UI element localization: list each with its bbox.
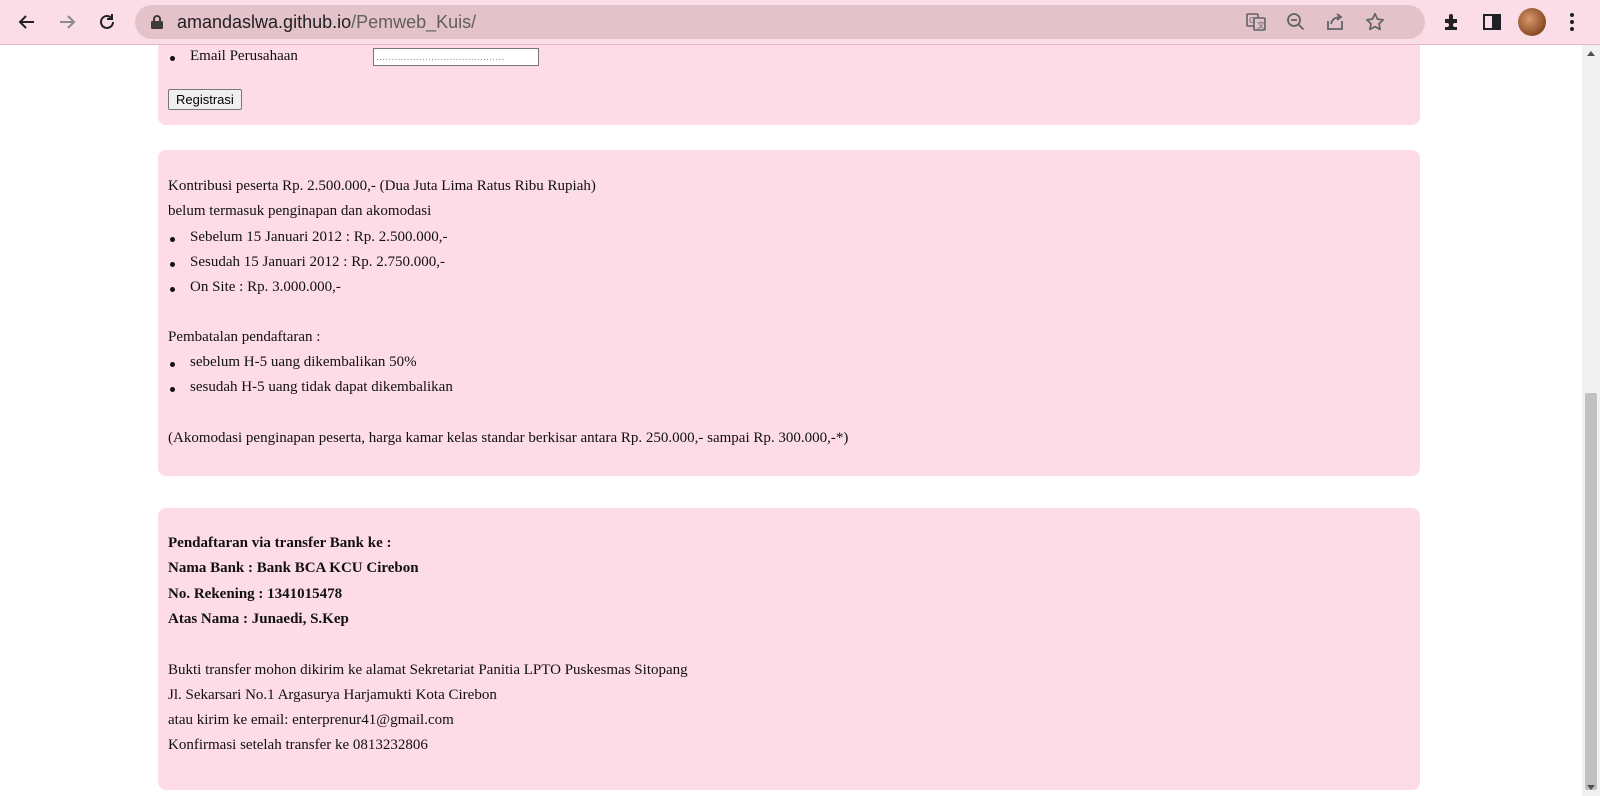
contribution-line1: Kontribusi peserta Rp. 2.500.000,- (Dua … <box>168 178 596 194</box>
share-icon[interactable] <box>1323 10 1347 34</box>
avatar[interactable] <box>1518 8 1546 36</box>
vertical-scrollbar[interactable] <box>1582 45 1600 796</box>
browser-toolbar: amandaslwa.github.io/Pemweb_Kuis/ 文G <box>0 0 1600 45</box>
transfer-info-3: atau kirim ke email: enterprenur41@gmail… <box>168 712 454 728</box>
back-icon[interactable] <box>11 6 43 38</box>
transfer-info-4: Konfirmasi setelah transfer ke 081323280… <box>168 737 428 753</box>
menu-icon[interactable] <box>1556 6 1588 38</box>
contribution-line2: belum termasuk penginapan dan akomodasi <box>168 203 432 219</box>
scroll-down-icon[interactable] <box>1587 785 1595 790</box>
account-number: No. Rekening : 1341015478 <box>168 586 343 602</box>
scroll-up-icon[interactable] <box>1587 51 1595 56</box>
bank-transfer-box: Pendaftaran via transfer Bank ke : Nama … <box>158 508 1420 790</box>
bookmark-star-icon[interactable] <box>1363 10 1387 34</box>
email-company-input[interactable]: ........................................… <box>373 48 539 66</box>
svg-text:G: G <box>1249 16 1255 25</box>
contribution-info-box: Kontribusi peserta Rp. 2.500.000,- (Dua … <box>158 150 1420 476</box>
account-name: Atas Nama : Junaedi, S.Kep <box>168 611 349 627</box>
translate-icon[interactable]: 文G <box>1244 10 1268 34</box>
reload-icon[interactable] <box>91 6 123 38</box>
price-item: Sesudah 15 Januari 2012 : Rp. 2.750.000,… <box>168 254 445 271</box>
scrollbar-thumb[interactable] <box>1585 393 1597 790</box>
email-field-row: Email Perusahaan <box>168 48 298 65</box>
transfer-info-2: Jl. Sekarsari No.1 Argasurya Harjamukti … <box>168 687 497 703</box>
zoom-out-icon[interactable] <box>1284 10 1308 34</box>
lock-icon[interactable] <box>145 10 169 34</box>
price-item-text: Sesudah 15 Januari 2012 : Rp. 2.750.000,… <box>190 254 445 270</box>
bank-title: Pendaftaran via transfer Bank ke : <box>168 535 392 551</box>
url-path: /Pemweb_Kuis/ <box>351 12 477 32</box>
register-button[interactable]: Registrasi <box>168 89 242 110</box>
url-host: amandaslwa.github.io <box>177 12 352 32</box>
accommodation-note: (Akomodasi penginapan peserta, harga kam… <box>168 430 849 446</box>
price-item: On Site : Rp. 3.000.000,- <box>168 279 341 296</box>
cancel-title: Pembatalan pendaftaran : <box>168 329 321 345</box>
page-viewport: Email Perusahaan .......................… <box>0 45 1582 796</box>
forward-icon[interactable] <box>51 6 83 38</box>
url-text[interactable]: amandaslwa.github.io/Pemweb_Kuis/ <box>177 12 476 33</box>
address-bar[interactable]: amandaslwa.github.io/Pemweb_Kuis/ 文G <box>135 5 1425 39</box>
svg-text:文: 文 <box>1257 20 1265 30</box>
price-item-text: Sebelum 15 Januari 2012 : Rp. 2.500.000,… <box>190 229 448 245</box>
registration-form-box: Email Perusahaan .......................… <box>158 45 1420 125</box>
cancel-item: sesudah H-5 uang tidak dapat dikembalika… <box>168 379 453 396</box>
cancel-item: sebelum H-5 uang dikembalikan 50% <box>168 354 417 371</box>
bank-name: Nama Bank : Bank BCA KCU Cirebon <box>168 560 419 576</box>
extensions-icon[interactable] <box>1436 6 1468 38</box>
transfer-info-1: Bukti transfer mohon dikirim ke alamat S… <box>168 662 688 678</box>
cancel-item-text: sebelum H-5 uang dikembalikan 50% <box>190 354 417 370</box>
side-panel-icon[interactable] <box>1476 6 1508 38</box>
cancel-item-text: sesudah H-5 uang tidak dapat dikembalika… <box>190 379 453 395</box>
price-item-text: On Site : Rp. 3.000.000,- <box>190 279 341 295</box>
email-label: Email Perusahaan <box>190 48 298 64</box>
price-item: Sebelum 15 Januari 2012 : Rp. 2.500.000,… <box>168 229 447 246</box>
